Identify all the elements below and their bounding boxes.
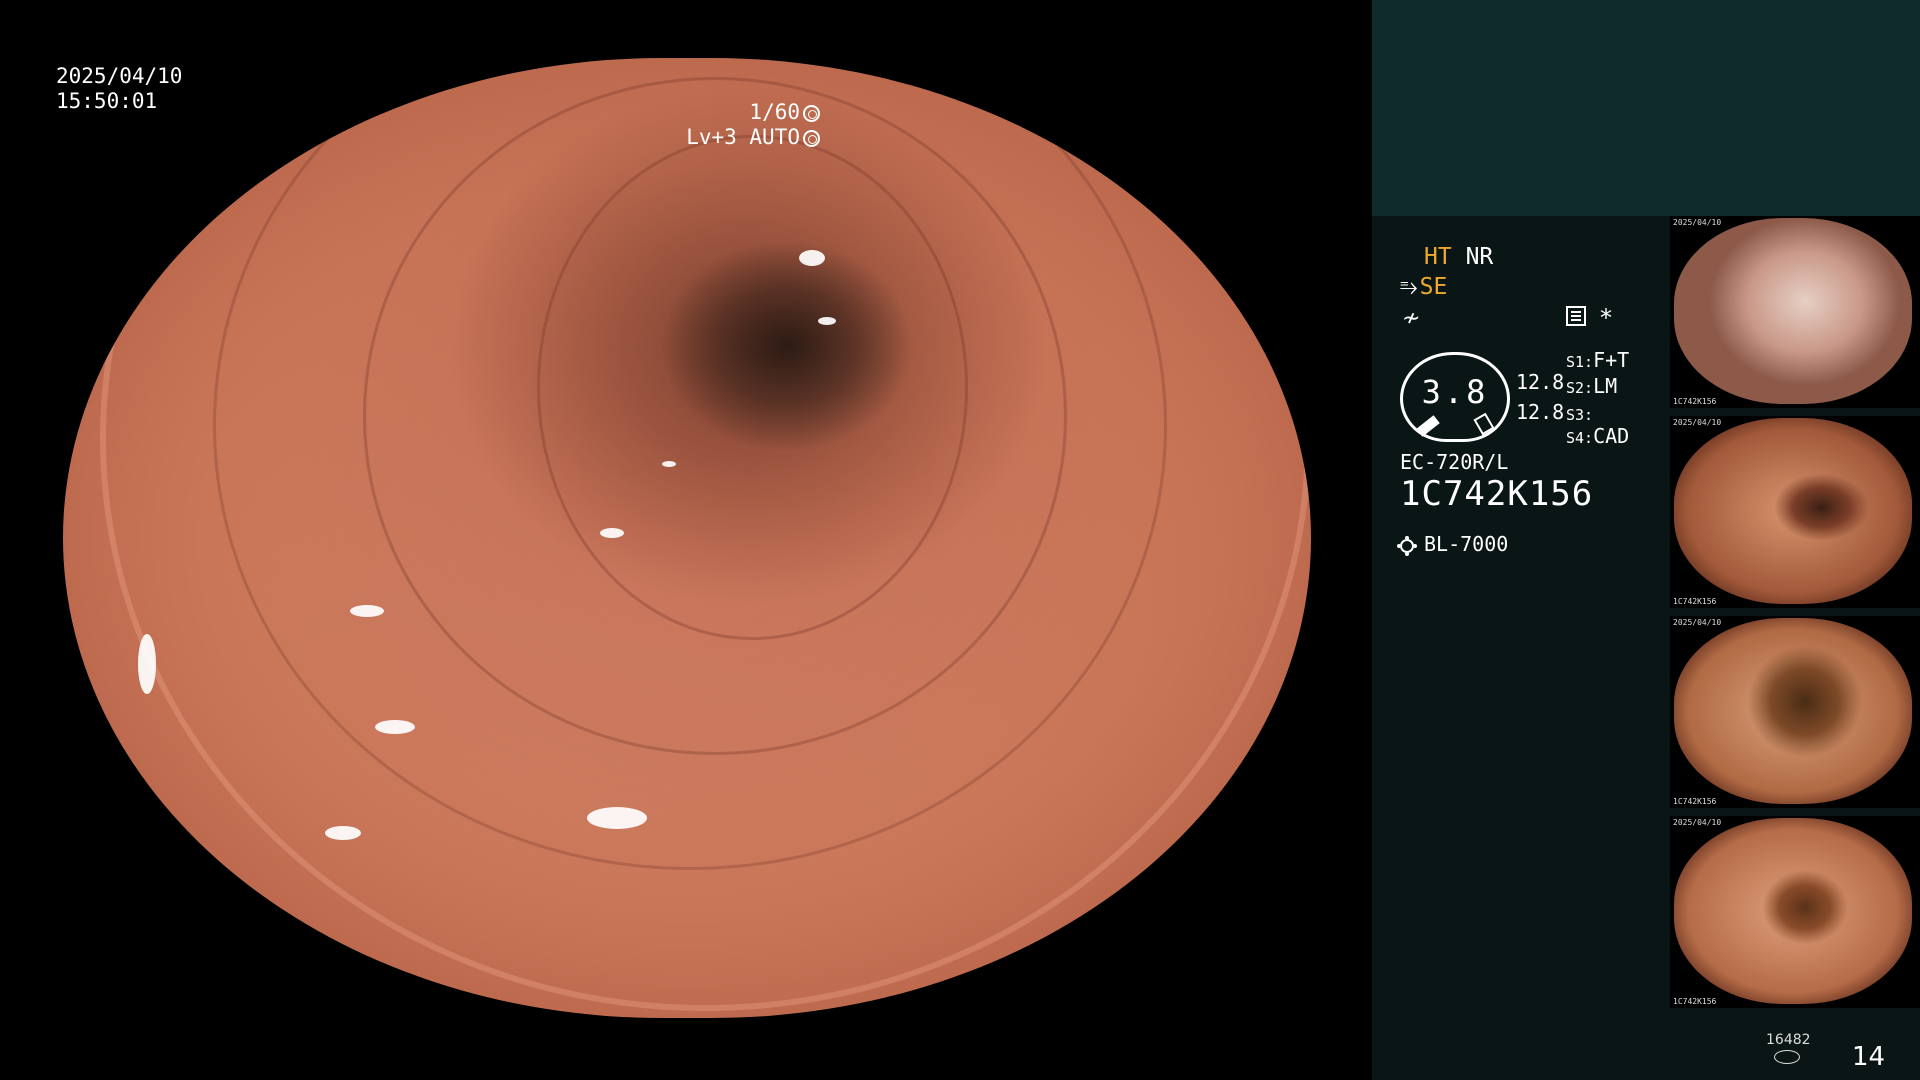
enhancement-icon: ⥱ (1400, 275, 1418, 300)
structure-enhancement-row: ⥱SE (1400, 274, 1447, 300)
date-text: 2025/04/10 (56, 64, 183, 88)
gauge-readout-1: 12.8 (1516, 370, 1565, 394)
zoom-gauge: 3.8 (1400, 352, 1510, 442)
thumbnail-image (1674, 818, 1912, 1004)
light-source-row: BL-7000 (1400, 532, 1508, 556)
endoscopic-image (63, 58, 1311, 1018)
thumbnail-serial: 1C742K156 (1673, 597, 1717, 606)
endoscope-main-view: 2025/04/10 15:50:01 1/60 Lv+3 AUTO (0, 0, 1372, 1080)
setting-s4: S4:CAD (1566, 424, 1630, 448)
star-icon: * (1600, 304, 1612, 332)
se-mode: SE (1419, 274, 1448, 300)
thumbnail-image (1674, 618, 1912, 804)
time-text: 15:50:01 (56, 89, 158, 113)
capture-thumbnail[interactable]: 2025/04/10 1C742K156 (1670, 816, 1920, 1008)
thumbnail-image (1674, 218, 1912, 404)
capture-thumbnail[interactable]: 2025/04/10 1C742K156 (1670, 416, 1920, 608)
thumbnail-serial: 1C742K156 (1673, 797, 1717, 806)
thumbnail-serial: 1C742K156 (1673, 997, 1717, 1006)
scope-model: EC-720R/L (1400, 450, 1509, 474)
tone-icon: ≁ (1402, 306, 1421, 331)
light-reflection (137, 634, 156, 694)
image-count: 14 (1852, 1042, 1886, 1072)
mucosal-fold (537, 134, 968, 640)
thumbnail-date: 2025/04/10 (1673, 618, 1722, 627)
light-source-text: BL-7000 (1424, 532, 1509, 556)
panel-header-area (1372, 0, 1920, 216)
thumbnail-image (1674, 418, 1912, 604)
capture-thumbnail[interactable]: 2025/04/10 1C742K156 (1670, 616, 1920, 808)
iris-icon (803, 130, 820, 147)
storage-icon (1774, 1050, 1800, 1064)
settings-list-icon (1566, 306, 1586, 326)
scope-serial: 1C742K156 (1400, 474, 1594, 514)
processing-modes: HT NR (1424, 244, 1493, 270)
nr-mode: NR (1465, 244, 1494, 270)
light-reflection (325, 826, 362, 840)
shutter-icon (803, 105, 820, 122)
setting-s2: S2:LM (1566, 374, 1618, 398)
thumbnail-date: 2025/04/10 (1673, 218, 1722, 227)
setting-s3: S3: (1566, 406, 1594, 424)
gauge-value: 3.8 (1421, 373, 1489, 411)
thumbnail-serial: 1C742K156 (1673, 397, 1717, 406)
light-source-icon (1400, 539, 1414, 553)
datetime-readout: 2025/04/10 15:50:01 (56, 64, 182, 114)
ht-mode: HT (1424, 244, 1452, 270)
gauge-marker-left (1416, 415, 1440, 437)
thumbnail-date: 2025/04/10 (1673, 818, 1722, 827)
gauge-readout-2: 12.8 (1516, 400, 1565, 424)
shutter-speed-text: 1/60 (749, 100, 800, 124)
thumbnail-date: 2025/04/10 (1673, 418, 1722, 427)
capture-thumbnail[interactable]: 2025/04/10 1C742K156 (1670, 216, 1920, 408)
gauge-marker-right (1473, 412, 1495, 436)
exposure-mode-text: Lv+3 AUTO (686, 125, 800, 149)
light-reflection (587, 806, 648, 829)
storage-count: 16482 (1766, 1032, 1811, 1048)
setting-s1: S1:F+T (1566, 348, 1630, 372)
exposure-readout: 1/60 Lv+3 AUTO (686, 100, 820, 150)
